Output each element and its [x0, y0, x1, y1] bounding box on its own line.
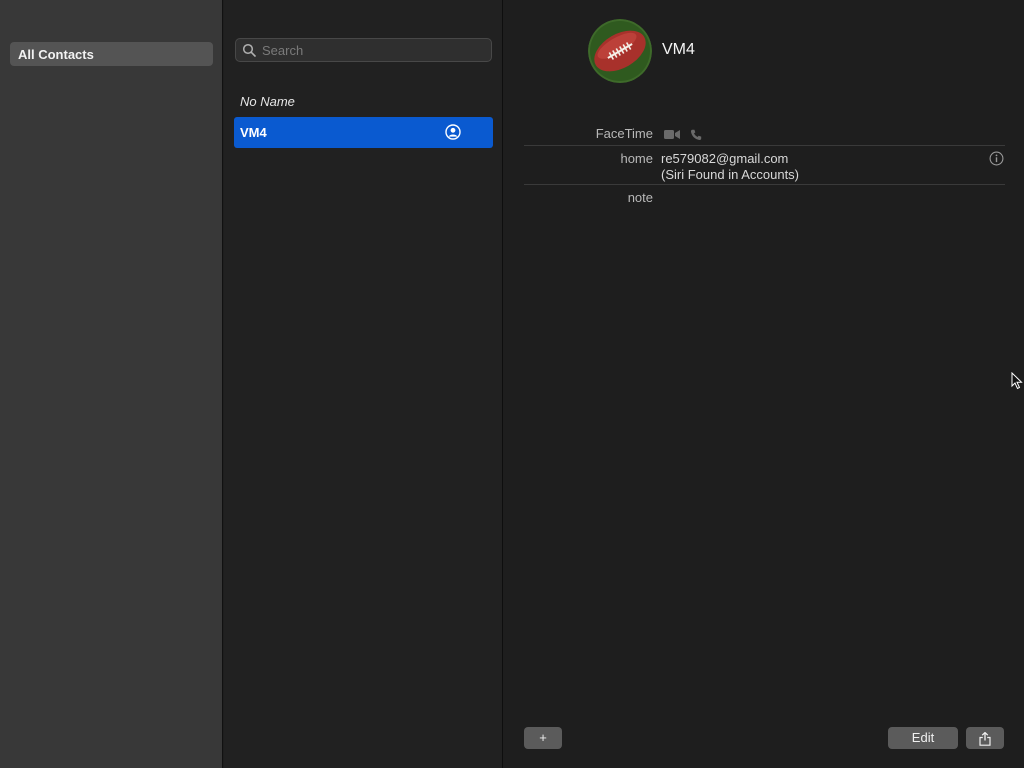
list-item-vm4[interactable]: VM4	[234, 117, 493, 148]
contact-detail: VM4 FaceTime home re579082@gmail.com (Si…	[504, 0, 1024, 768]
add-button[interactable]: +	[524, 727, 562, 749]
contact-avatar[interactable]	[588, 19, 652, 83]
contact-list: No Name VM4	[224, 0, 503, 768]
info-icon[interactable]	[989, 151, 1004, 166]
facetime-label: FaceTime	[595, 126, 653, 141]
phone-icon[interactable]	[690, 129, 702, 141]
edit-button[interactable]: Edit	[888, 727, 958, 749]
share-icon	[979, 731, 991, 746]
contact-name-heading: VM4	[662, 41, 695, 58]
groups-sidebar: All Contacts	[0, 0, 223, 768]
email-source-note: (Siri Found in Accounts)	[661, 167, 800, 182]
sidebar-item-all-contacts[interactable]: All Contacts	[10, 42, 213, 66]
email-type-label: home	[620, 151, 653, 166]
field-divider	[524, 184, 1005, 185]
video-camera-icon[interactable]	[664, 129, 680, 140]
contacts-window: All Contacts No Name VM4	[0, 0, 1024, 768]
list-item-no-name[interactable]: No Name	[234, 86, 493, 117]
note-label: note	[627, 190, 653, 205]
note-field[interactable]	[661, 190, 991, 206]
search-icon	[242, 43, 256, 57]
contact-name-label: No Name	[240, 94, 295, 109]
person-circle-icon	[445, 124, 461, 140]
facetime-actions	[664, 126, 708, 144]
field-divider	[524, 145, 1005, 146]
football-avatar-icon	[588, 19, 652, 83]
contact-name-label: VM4	[240, 125, 267, 140]
mouse-cursor-icon	[1011, 372, 1023, 390]
email-value[interactable]: re579082@gmail.com	[661, 151, 788, 167]
share-button[interactable]	[966, 727, 1004, 749]
search-input[interactable]	[262, 41, 487, 59]
search-field[interactable]	[235, 38, 492, 62]
